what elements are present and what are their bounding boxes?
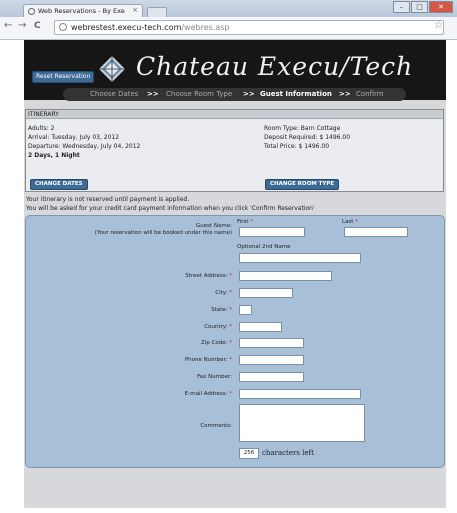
globe-icon bbox=[28, 8, 35, 15]
state-label: State: * bbox=[211, 307, 232, 313]
guest-name-label: Guest Name: bbox=[196, 223, 232, 229]
last-name-label: Last * bbox=[342, 219, 358, 225]
page-icon bbox=[59, 23, 67, 31]
guest-info-form: Guest Name: (Your reservation will be bo… bbox=[25, 215, 445, 468]
step-separator: >> bbox=[147, 90, 159, 98]
window-controls: – □ ✕ bbox=[392, 1, 453, 13]
browser-toolbar: ← → C webrestest.execu-tech.com/webres.a… bbox=[0, 17, 457, 40]
itinerary-deposit: Deposit Required: $ 1496.00 bbox=[264, 134, 351, 141]
itinerary-duration: 2 Days, 1 Night bbox=[28, 152, 80, 159]
browser-window: Web Reservations - By Exe × – □ ✕ ← → C … bbox=[0, 0, 457, 513]
country-label: Country: * bbox=[204, 324, 232, 330]
required-mark: * bbox=[250, 219, 254, 225]
tab-title: Web Reservations - By Exe bbox=[38, 7, 125, 15]
maximize-button[interactable]: □ bbox=[411, 1, 428, 13]
city-input[interactable] bbox=[239, 288, 293, 298]
city-label-text: City: bbox=[215, 290, 228, 296]
street-address-input[interactable] bbox=[239, 271, 332, 281]
comments-label: Comments: bbox=[200, 423, 232, 429]
required-mark: * bbox=[355, 219, 358, 225]
url-text: webrestest.execu-tech.com/webres.asp bbox=[71, 23, 230, 32]
email-label-text: E-mail Address: bbox=[184, 391, 228, 397]
fax-number-input[interactable] bbox=[239, 372, 304, 382]
required-mark: * bbox=[229, 273, 232, 279]
change-dates-button[interactable]: CHANGE DATES bbox=[30, 179, 88, 190]
title-bar: Web Reservations - By Exe × – □ ✕ bbox=[0, 0, 457, 18]
email-address-label: E-mail Address: * bbox=[185, 391, 232, 397]
booked-name-note: (Your reservation will be booked under t… bbox=[94, 230, 232, 236]
phone-number-input[interactable] bbox=[239, 355, 304, 365]
reset-reservation-button[interactable]: Reset Reservation bbox=[32, 71, 95, 83]
reload-icon[interactable]: C bbox=[34, 21, 41, 31]
city-label: City: * bbox=[215, 290, 232, 296]
itinerary-arrival: Arrival: Tuesday, July 03, 2012 bbox=[28, 134, 120, 141]
itinerary-adults: Adults: 2 bbox=[28, 125, 55, 132]
itinerary-total: Total Price: $ 1496.00 bbox=[264, 143, 330, 150]
comments-textarea[interactable] bbox=[239, 404, 365, 442]
url-host: webrestest.execu-tech.com bbox=[71, 23, 182, 32]
step-separator: >> bbox=[339, 90, 351, 98]
payment-info-notice: You will be asked for your credit card p… bbox=[26, 205, 315, 212]
zip-code-label: Zip Code: * bbox=[201, 340, 232, 346]
logo-icon bbox=[99, 56, 125, 82]
country-label-text: Country: bbox=[204, 324, 228, 330]
optional-2nd-name-label: Optional 2nd Name bbox=[237, 244, 291, 250]
not-reserved-notice: Your itinerary is not reserved until pay… bbox=[26, 196, 190, 203]
step-choose-room-type: Choose Room Type bbox=[166, 90, 233, 98]
state-input[interactable] bbox=[239, 305, 252, 315]
bookmark-star-icon[interactable]: ☆ bbox=[434, 20, 443, 31]
zip-code-input[interactable] bbox=[239, 338, 304, 348]
forward-icon[interactable]: → bbox=[18, 20, 26, 31]
first-name-input[interactable] bbox=[239, 227, 305, 237]
first-name-label: First * bbox=[237, 219, 253, 225]
characters-left-text: characters left bbox=[262, 449, 314, 457]
required-mark: * bbox=[229, 324, 232, 330]
required-mark: * bbox=[229, 307, 232, 313]
required-mark: * bbox=[229, 357, 232, 363]
required-mark: * bbox=[229, 340, 232, 346]
required-mark: * bbox=[229, 391, 232, 397]
characters-count: 256 bbox=[239, 448, 259, 459]
step-separator: >> bbox=[243, 90, 255, 98]
tab-close-icon[interactable]: × bbox=[132, 6, 138, 14]
last-label-text: Last bbox=[342, 219, 354, 225]
url-path: /webres.asp bbox=[181, 23, 230, 32]
characters-left-counter: 256 characters left bbox=[239, 448, 314, 459]
street-label-text: Street Address: bbox=[185, 273, 228, 279]
country-input[interactable] bbox=[239, 322, 282, 332]
browser-tab[interactable]: Web Reservations - By Exe × bbox=[23, 4, 143, 17]
email-address-input[interactable] bbox=[239, 389, 361, 399]
first-label-text: First bbox=[237, 219, 249, 225]
address-bar[interactable]: webrestest.execu-tech.com/webres.asp bbox=[54, 20, 444, 35]
itinerary-panel: ITINERARY Adults: 2 Arrival: Tuesday, Ju… bbox=[25, 109, 444, 192]
fax-number-label: Fax Number: bbox=[197, 374, 232, 380]
progress-steps: Choose Dates >> Choose Room Type >> Gues… bbox=[63, 88, 406, 101]
change-room-type-button[interactable]: CHANGE ROOM TYPE bbox=[265, 179, 340, 190]
itinerary-departure: Departure: Wednesday, July 04, 2012 bbox=[28, 143, 141, 150]
minimize-button[interactable]: – bbox=[393, 1, 410, 13]
itinerary-heading: ITINERARY bbox=[26, 110, 443, 119]
zip-label-text: Zip Code: bbox=[201, 340, 228, 346]
itinerary-room-type: Room Type: Barn Cottage bbox=[264, 125, 341, 132]
state-label-text: State: bbox=[211, 307, 228, 313]
street-address-label: Street Address: * bbox=[185, 273, 232, 279]
logo-text: Chateau Execu/Tech bbox=[136, 52, 414, 81]
required-mark: * bbox=[229, 290, 232, 296]
step-confirm: Confirm bbox=[356, 90, 384, 98]
step-choose-dates: Choose Dates bbox=[90, 90, 139, 98]
back-icon[interactable]: ← bbox=[4, 20, 12, 31]
phone-label-text: Phone Number: bbox=[184, 357, 228, 363]
close-window-button[interactable]: ✕ bbox=[429, 1, 453, 13]
second-name-input[interactable] bbox=[239, 253, 361, 263]
phone-number-label: Phone Number: * bbox=[185, 357, 232, 363]
step-guest-information: Guest Information bbox=[260, 90, 332, 98]
last-name-input[interactable] bbox=[344, 227, 408, 237]
